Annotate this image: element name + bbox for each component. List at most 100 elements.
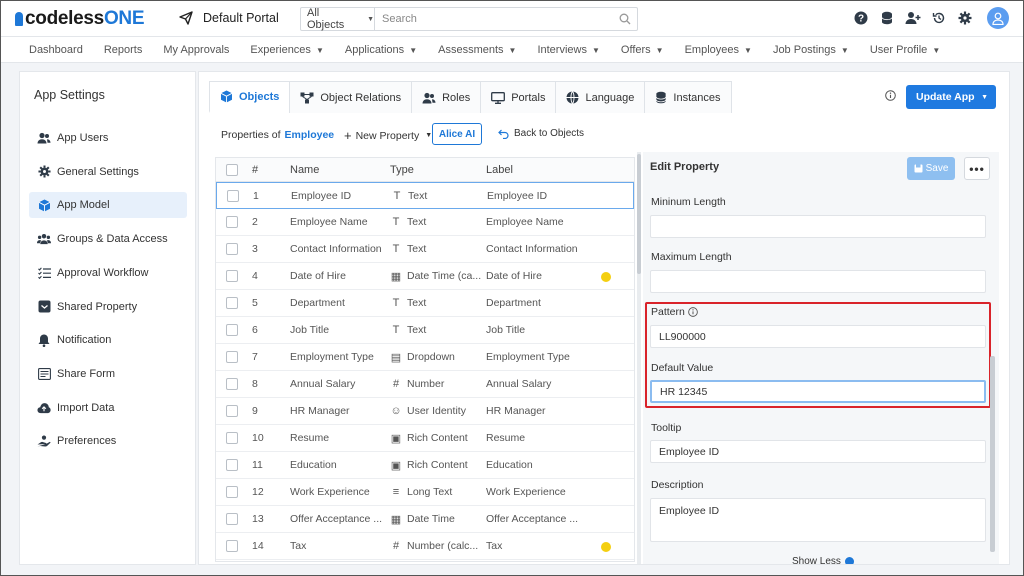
row-checkbox[interactable] <box>226 297 238 309</box>
sidebar-item-app-model[interactable]: App Model <box>29 192 187 219</box>
info-icon[interactable] <box>885 90 896 104</box>
tooltip-input[interactable]: Employee ID <box>650 440 986 463</box>
search-scope-select[interactable]: All Objects ▼ <box>301 7 375 31</box>
menu-item-job-postings[interactable]: Job Postings ▼ <box>773 44 849 56</box>
row-label: Employee Name <box>486 216 564 228</box>
sidebar-item-groups-data-access[interactable]: Groups & Data Access <box>29 226 187 252</box>
history-icon[interactable] <box>931 10 947 26</box>
table-row[interactable]: 13 Offer Acceptance ... ▦ Date Time Offer Ac… <box>216 506 634 533</box>
menu-item-assessments[interactable]: Assessments ▼ <box>438 44 516 56</box>
row-checkbox[interactable] <box>226 486 238 498</box>
sidebar-item-preferences[interactable]: Preferences <box>29 428 187 454</box>
tab-object-relations[interactable]: Object Relations <box>289 81 413 113</box>
sidebar-item-approval-workflow[interactable]: Approval Workflow <box>29 260 187 286</box>
chevron-down-icon: ▼ <box>591 45 600 55</box>
table-row[interactable]: 6 Job Title T Text Job Title <box>216 317 634 344</box>
sidebar-item-shared-property[interactable]: Shared Property <box>29 294 187 320</box>
gear-icon[interactable] <box>957 10 973 26</box>
avatar[interactable] <box>987 7 1009 29</box>
menu-item-dashboard[interactable]: Dashboard <box>29 44 83 56</box>
add-user-icon[interactable] <box>905 10 921 26</box>
save-button[interactable]: Save <box>907 157 955 180</box>
select-all-checkbox[interactable] <box>226 163 238 176</box>
menu-item-experiences[interactable]: Experiences ▼ <box>250 44 323 56</box>
row-type-label: Dropdown <box>407 351 455 363</box>
tab-objects[interactable]: Objects <box>209 81 291 113</box>
menu-item-user-profile[interactable]: User Profile ▼ <box>870 44 940 56</box>
row-checkbox[interactable] <box>226 270 238 282</box>
back-to-objects-button[interactable]: Back to Objects <box>498 128 584 139</box>
row-checkbox[interactable] <box>226 405 238 417</box>
tab-portals[interactable]: Portals <box>480 81 557 113</box>
logo[interactable]: codelessONE <box>15 8 145 29</box>
row-label: Offer Acceptance ... <box>486 513 579 525</box>
col-label[interactable]: Label <box>486 164 596 176</box>
globe-icon <box>566 91 579 104</box>
database-icon[interactable] <box>879 10 895 26</box>
max-length-input[interactable] <box>650 270 986 293</box>
table-row[interactable]: 7 Employment Type ▤ Dropdown Employment Type <box>216 344 634 371</box>
col-name[interactable]: Name <box>290 164 390 176</box>
tab-roles[interactable]: Roles <box>411 81 482 113</box>
row-checkbox[interactable] <box>226 540 238 552</box>
table-row[interactable]: 4 Date of Hire ▦ Date Time (ca... Date of Hi… <box>216 263 634 290</box>
chevron-down-icon[interactable]: ▼ <box>981 94 988 101</box>
alice-ai-button[interactable]: Alice AI <box>432 123 482 145</box>
min-length-input[interactable] <box>650 215 986 238</box>
paper-plane-icon <box>179 11 193 25</box>
menu-item-my-approvals[interactable]: My Approvals <box>163 44 229 56</box>
update-app-button[interactable]: Update App ▼ <box>906 85 996 109</box>
cube-icon <box>220 90 233 103</box>
sidebar-item-share-form[interactable]: Share Form <box>29 361 187 387</box>
table-row[interactable]: 1 Employee ID T Text Employee ID <box>216 182 634 209</box>
table-row[interactable]: 9 HR Manager ☺ User Identity HR Manager <box>216 398 634 425</box>
menu-item-label: Interviews <box>537 43 587 56</box>
row-type-label: User Identity <box>407 405 466 417</box>
sidebar-item-notification[interactable]: Notification <box>29 327 187 353</box>
more-options-button[interactable]: ••• <box>964 157 990 180</box>
menu-item-label: Employees <box>684 43 740 56</box>
table-scrollbar[interactable] <box>637 152 641 564</box>
row-checkbox[interactable] <box>226 432 238 444</box>
sidebar-item-general-settings[interactable]: General Settings <box>29 159 187 185</box>
table-row[interactable]: 11 Education ▣ Rich Content Education <box>216 452 634 479</box>
row-checkbox[interactable] <box>226 216 238 228</box>
row-checkbox[interactable] <box>226 324 238 336</box>
row-checkbox[interactable] <box>226 459 238 471</box>
table-row[interactable]: 14 Tax # Number (calc... Tax <box>216 533 634 560</box>
table-row[interactable]: 2 Employee Name T Text Employee Name <box>216 209 634 236</box>
portal-selector[interactable]: Default Portal <box>179 11 279 25</box>
row-checkbox[interactable] <box>226 351 238 363</box>
tab-instances[interactable]: Instances <box>644 81 732 113</box>
show-less-link[interactable]: Show Less <box>792 556 854 564</box>
menu-item-interviews[interactable]: Interviews ▼ <box>537 44 599 56</box>
sidebar-item-label: Share Form <box>57 367 116 380</box>
table-row[interactable]: 3 Contact Information T Text Contact Informa… <box>216 236 634 263</box>
row-checkbox[interactable] <box>226 513 238 525</box>
sidebar-item-label: General Settings <box>57 165 139 178</box>
table-row[interactable]: 12 Work Experience ≡ Long Text Work Experien… <box>216 479 634 506</box>
menu-item-applications[interactable]: Applications ▼ <box>345 44 417 56</box>
help-icon[interactable]: ? <box>853 10 869 26</box>
menu-item-reports[interactable]: Reports <box>104 44 143 56</box>
row-checkbox[interactable] <box>226 378 238 390</box>
tab-language[interactable]: Language <box>555 81 646 113</box>
sidebar-item-app-users[interactable]: App Users <box>29 125 187 151</box>
sidebar-item-import-data[interactable]: Import Data <box>29 395 187 421</box>
panel-scrollbar[interactable] <box>990 356 995 552</box>
row-checkbox[interactable] <box>227 189 239 202</box>
tab-label: Object Relations <box>320 91 402 104</box>
col-type[interactable]: Type <box>390 164 486 176</box>
table-row[interactable]: 5 Department T Text Department <box>216 290 634 317</box>
menu-item-offers[interactable]: Offers ▼ <box>621 44 664 56</box>
object-name-link[interactable]: Employee <box>285 129 335 141</box>
table-row[interactable]: 10 Resume ▣ Rich Content Resume <box>216 425 634 452</box>
table-row[interactable]: 8 Annual Salary # Number Annual Salary <box>216 371 634 398</box>
search-input[interactable]: Search <box>375 13 613 25</box>
description-textarea[interactable]: Employee ID <box>650 498 986 542</box>
menu-item-employees[interactable]: Employees ▼ <box>685 44 752 56</box>
row-checkbox[interactable] <box>226 243 238 255</box>
type-icon: ≡ <box>392 486 400 498</box>
search-icon[interactable] <box>613 13 637 25</box>
new-property-button[interactable]: + New Property ▼ <box>344 128 432 143</box>
